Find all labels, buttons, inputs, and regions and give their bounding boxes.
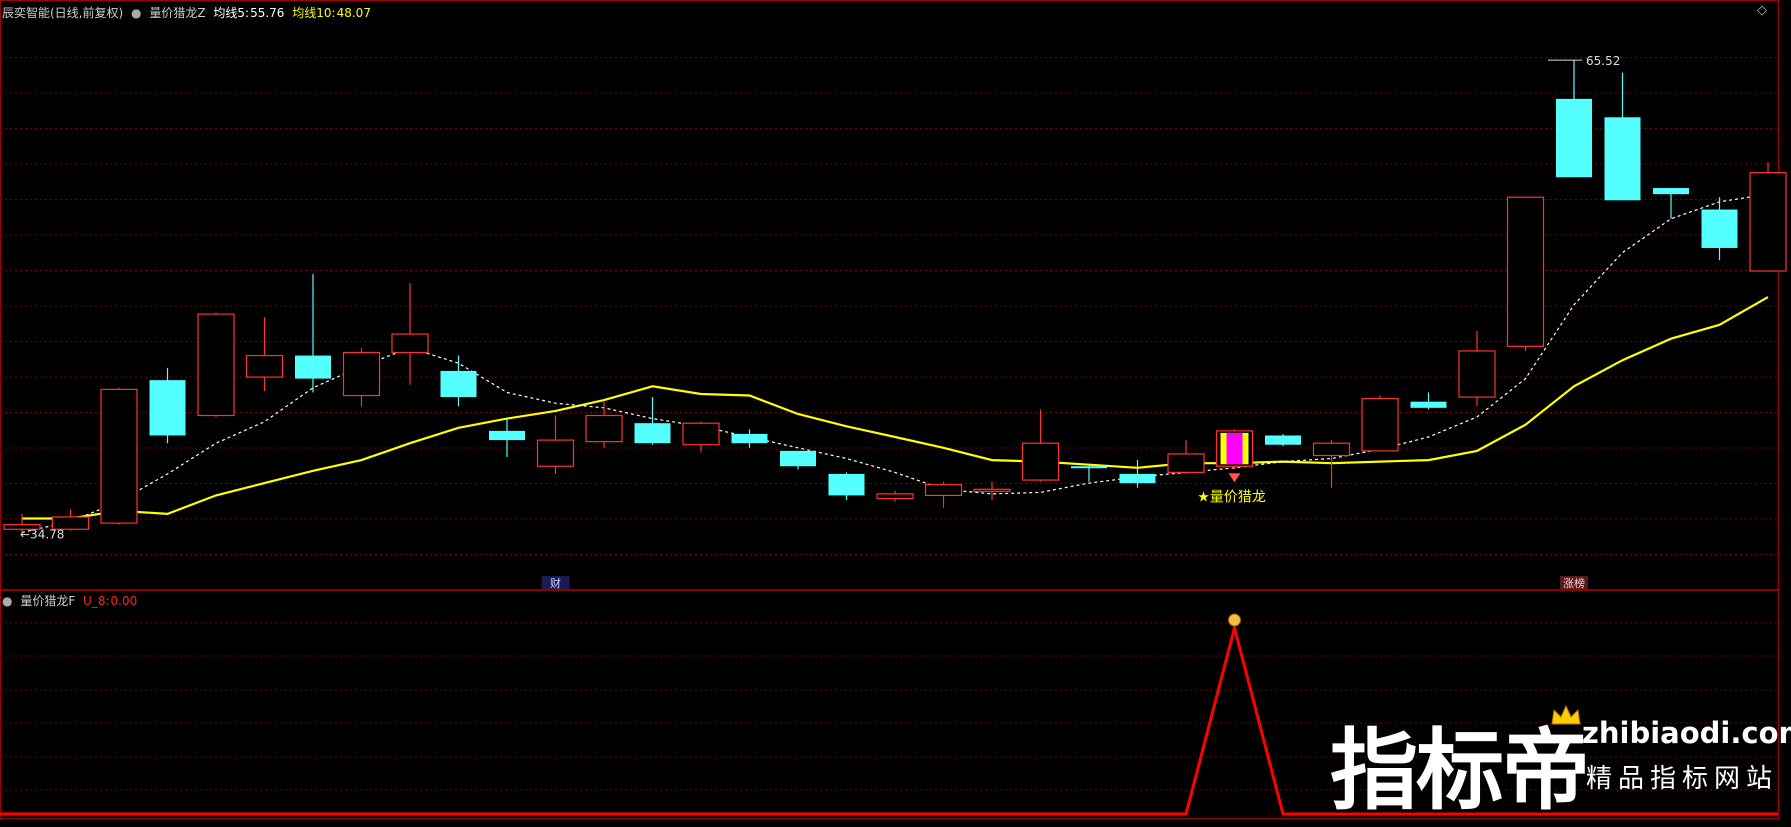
stock-name[interactable]: 辰奕智能(日线,前复权)	[2, 6, 123, 20]
candle-body	[1506, 196, 1545, 347]
money-bag-icon	[1228, 613, 1241, 627]
high-label: 65.52	[1586, 54, 1620, 68]
candle-body	[440, 370, 477, 398]
candle-body	[342, 351, 381, 397]
marker-cai: 财	[550, 576, 561, 590]
candle-body	[1119, 473, 1156, 484]
watermark-tagline: 精品指标网站	[1586, 764, 1779, 794]
candle-body	[1361, 398, 1399, 452]
signal-label: ★量价猎龙	[1197, 489, 1266, 505]
candle-body	[682, 422, 720, 446]
sub-indicator-icon[interactable]: ●	[2, 594, 12, 608]
candle-body	[1604, 117, 1641, 201]
crown-icon	[1551, 704, 1581, 725]
low-label: ←34.78	[20, 528, 64, 542]
ma10-value: 48.07	[336, 6, 371, 20]
ma10-label: 均线10:	[292, 6, 336, 20]
watermark-url: zhibiaodi.com	[1582, 716, 1791, 750]
ma5-value: 55.76	[250, 6, 285, 20]
candle-body	[489, 430, 525, 441]
candle-body	[245, 354, 284, 378]
candle-body	[1458, 350, 1496, 398]
candle-body	[1653, 188, 1689, 195]
candle-body	[149, 380, 186, 436]
kline-chart[interactable]: 65.52 ←34.78 ★量价猎龙财 涨榜	[0, 0, 1791, 820]
sub-chart-header: ● 量价猎龙F U_8:0.00	[2, 592, 141, 609]
candle-body	[1265, 435, 1301, 445]
indicator-icon[interactable]: ●	[131, 6, 141, 20]
indicator-name[interactable]: 量价猎龙Z	[149, 6, 205, 20]
candle-body	[973, 488, 1011, 492]
sub-indicator-name[interactable]: 量价猎龙F	[20, 594, 75, 608]
signal-bar-inner	[1226, 432, 1243, 465]
ma10-line	[22, 296, 1769, 520]
candle-body	[197, 313, 235, 417]
candle-body	[391, 333, 429, 354]
candle-body	[780, 450, 816, 467]
candle-body	[924, 484, 963, 497]
candle-body	[1410, 401, 1447, 408]
candle-body	[585, 414, 623, 443]
chart-frame	[0, 0, 1779, 819]
corner-diamond-icon[interactable]: ◇	[1757, 3, 1767, 18]
u8-value: 0.00	[110, 594, 138, 608]
candle-body	[1071, 466, 1107, 469]
candle-body	[828, 473, 865, 496]
ma5-line	[21, 193, 1769, 533]
marker-zhangting: 涨榜	[1563, 576, 1585, 590]
candle-body	[731, 433, 768, 444]
candle-body	[1021, 442, 1060, 481]
candle-body	[1556, 98, 1592, 178]
candle-body	[536, 439, 575, 467]
candle-body	[634, 423, 671, 444]
signal-arrow-icon	[1228, 473, 1241, 483]
candle-body	[876, 493, 914, 500]
candle-body	[1167, 453, 1205, 473]
ma5-label: 均线5:	[213, 6, 250, 20]
candle-body	[1701, 209, 1738, 248]
main-chart-header: 辰奕智能(日线,前复权) ● 量价猎龙Z 均线5:55.76 均线10:48.0…	[2, 4, 375, 21]
candle-body	[295, 355, 331, 379]
candle-body	[100, 388, 138, 524]
candle-body	[1749, 172, 1787, 272]
candle-body	[1312, 442, 1351, 457]
u8-label: U_8:	[83, 594, 110, 608]
